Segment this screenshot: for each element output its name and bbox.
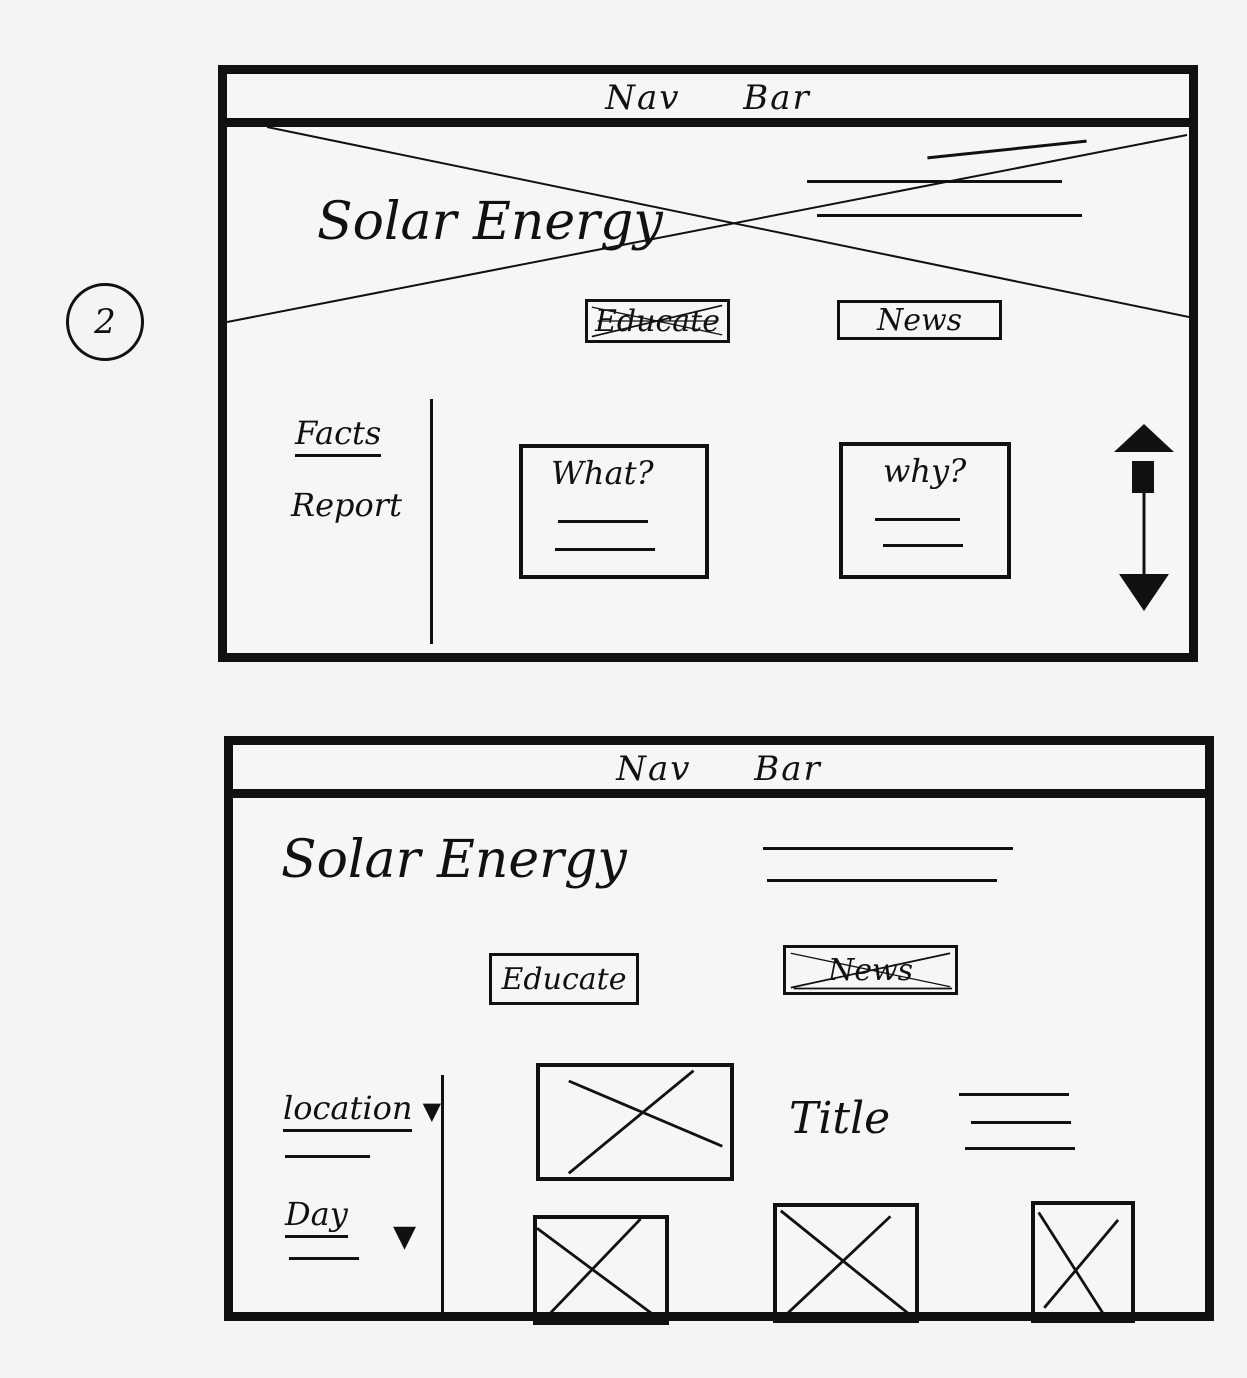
scroll-down-arrow-icon (1119, 574, 1169, 611)
card-what[interactable]: What? (519, 444, 709, 579)
news-button-label: News (876, 302, 963, 338)
hero-text-line (763, 847, 1013, 850)
hero-text-line (767, 879, 997, 882)
scroll-thumb (1132, 461, 1154, 493)
card-why[interactable]: why? (839, 442, 1011, 579)
sidebar-divider (441, 1075, 444, 1315)
image-placeholder-icon (1037, 1211, 1120, 1317)
thumbnail-image[interactable] (773, 1203, 919, 1323)
location-dropdown-label: location (283, 1089, 413, 1132)
location-dropdown[interactable]: location ▼ (283, 1089, 441, 1133)
hero-title: Solar Energy (317, 192, 663, 252)
news-button-label: News (827, 952, 914, 988)
card-text-line (875, 518, 960, 521)
sidebar-item-report[interactable]: Report (291, 486, 402, 524)
image-placeholder-icon (537, 1219, 661, 1321)
nav-bar[interactable]: Nav Bar (233, 745, 1205, 798)
nav-bar-label: Nav Bar (616, 749, 822, 789)
news-button[interactable]: News (837, 300, 1002, 340)
card-what-title: What? (551, 454, 654, 492)
scrollbar[interactable] (1109, 419, 1179, 619)
card-text-line (883, 544, 963, 547)
wireframe-2: Nav Bar Solar Energy Educate News locati… (224, 736, 1214, 1325)
day-dropdown-label[interactable]: Day (285, 1195, 348, 1238)
feature-text-line (965, 1147, 1075, 1150)
image-placeholder-icon (779, 1209, 911, 1316)
feature-text-line (971, 1121, 1071, 1124)
thumbnail-image[interactable] (533, 1215, 669, 1325)
sidebar-text-line (289, 1257, 359, 1260)
educate-button[interactable]: Educate (585, 299, 730, 343)
scroll-up-arrow-icon (1114, 424, 1174, 452)
feature-text-line (959, 1093, 1069, 1096)
sidebar-text-line (285, 1155, 370, 1158)
card-text-line (558, 520, 648, 523)
wireframe-1: Nav Bar Solar Energy Educate News Facts … (218, 65, 1198, 662)
nav-bar[interactable]: Nav Bar (227, 74, 1189, 127)
featured-image-placeholder (536, 1063, 734, 1181)
news-button[interactable]: News (783, 945, 958, 995)
image-placeholder-icon (567, 1069, 723, 1175)
chevron-down-icon: ▼ (422, 1097, 442, 1125)
sidebar-divider (430, 399, 433, 644)
feature-title: Title (789, 1093, 891, 1144)
educate-button-label: Educate (501, 961, 627, 997)
hero-title: Solar Energy (281, 830, 627, 890)
educate-button-label: Educate (595, 303, 720, 339)
hero-text-line (817, 214, 1082, 217)
sidebar-item-facts[interactable]: Facts (295, 414, 382, 457)
card-text-line (555, 548, 655, 551)
card-why-title: why? (883, 452, 967, 490)
page-number: 2 (66, 283, 144, 361)
hero-text-line (807, 180, 1062, 183)
educate-button[interactable]: Educate (489, 953, 639, 1005)
day-chevron-down-icon[interactable]: ▼ (393, 1215, 416, 1259)
nav-bar-label: Nav Bar (605, 78, 811, 118)
thumbnail-image[interactable] (1031, 1201, 1135, 1323)
